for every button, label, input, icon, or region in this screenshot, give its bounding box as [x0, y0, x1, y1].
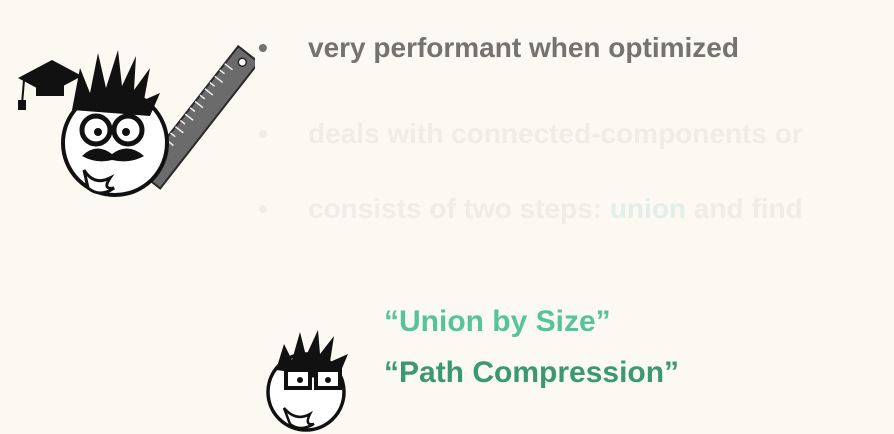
bullet-item: • consists of two steps: union and find [258, 193, 803, 225]
bullet-text-after: and find [686, 193, 803, 224]
bullet-text-before: consists of two steps: [308, 193, 610, 224]
bullet-highlight: union [609, 193, 687, 224]
slide: • very performant when optimized • deals w… [0, 0, 894, 434]
graduation-cap-icon [18, 60, 82, 110]
bullet-item: • very performant when optimized [258, 32, 739, 64]
bullet-dot: • [258, 32, 268, 63]
quote-union-by-size: “Union by Size” [384, 305, 611, 338]
bullet-text: very performant when optimized [308, 32, 739, 63]
professor-character-icon [18, 44, 255, 197]
bullet-dot: • [258, 193, 268, 224]
bullet-item: • deals with connected-components or [258, 118, 803, 150]
bullet-dot: • [258, 118, 268, 149]
quote-path-compression: “Path Compression” [384, 356, 680, 389]
thinking-character-icon [266, 330, 348, 432]
bullet-text: deals with connected-components or [308, 118, 803, 149]
